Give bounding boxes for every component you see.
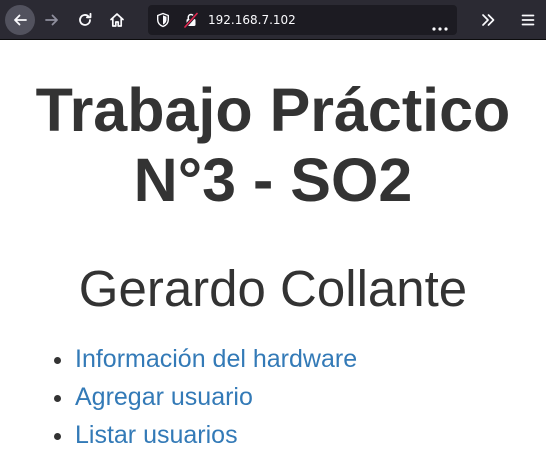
link-list-users[interactable]: Listar usuarios (75, 419, 238, 451)
page-title-line-1: Trabajo Práctico (35, 76, 511, 144)
site-security-button[interactable] (183, 11, 199, 33)
reload-icon (79, 12, 92, 26)
back-button[interactable] (5, 5, 35, 35)
shield-icon (157, 12, 169, 28)
app-menu-button[interactable] (513, 5, 543, 35)
page-title: Trabajo Práctico N°3 - SO2 (0, 75, 546, 215)
link-hardware-info[interactable]: Información del hardware (75, 343, 357, 375)
bullet (54, 433, 61, 440)
author-name: Gerardo Collante (78, 260, 468, 317)
tracking-protection-button[interactable] (155, 12, 171, 33)
page-content: Trabajo Práctico N°3 - SO2 Gerardo Colla… (0, 41, 546, 464)
arrow-right-icon (45, 14, 58, 26)
insecure-lock-icon (183, 11, 199, 29)
page-title-line-2: N°3 - SO2 (133, 146, 413, 214)
overflow-menu-button[interactable] (473, 5, 503, 35)
hamburger-menu-icon (521, 14, 535, 26)
reload-button[interactable] (70, 5, 100, 35)
more-horizontal-icon (432, 27, 448, 31)
chevron-double-right-icon (482, 14, 495, 26)
home-button[interactable] (102, 5, 132, 35)
url-text[interactable]: 192.168.7.102 (208, 12, 296, 28)
bullet (54, 357, 61, 364)
bullet (54, 395, 61, 402)
page-actions-button[interactable] (432, 18, 448, 36)
address-bar[interactable]: 192.168.7.102 (148, 5, 457, 35)
arrow-left-icon (14, 14, 27, 26)
browser-toolbar: 192.168.7.102 (0, 0, 546, 40)
forward-button[interactable] (37, 5, 67, 35)
link-add-user[interactable]: Agregar usuario (75, 381, 253, 413)
home-icon (110, 13, 124, 27)
